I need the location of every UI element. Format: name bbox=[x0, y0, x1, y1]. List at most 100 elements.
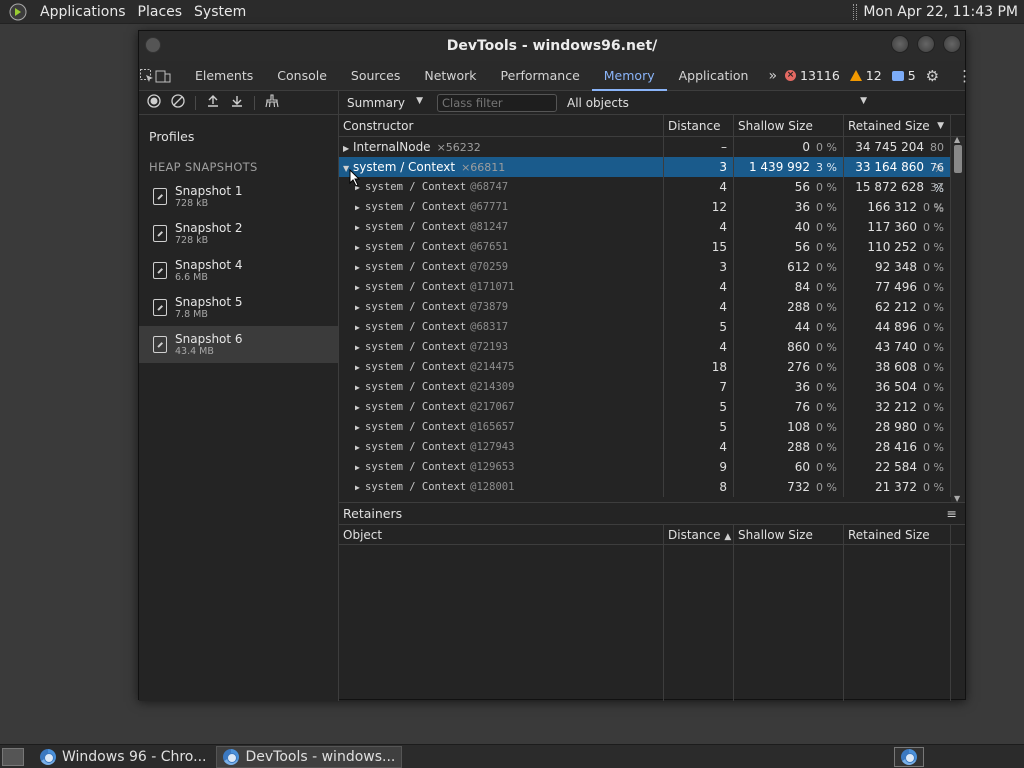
snapshot-item[interactable]: Snapshot 4 6.6 MB bbox=[139, 252, 338, 289]
collapsed-arrow-icon[interactable]: ▶ bbox=[355, 418, 365, 437]
child-row[interactable]: ▶ system / Context @214475 18 276 0 % 38 608 0 … bbox=[339, 357, 965, 377]
collapsed-arrow-icon[interactable]: ▶ bbox=[355, 258, 365, 277]
child-row[interactable]: ▶ system / Context @217067 5 76 0 % 32 212 0 % bbox=[339, 397, 965, 417]
clock[interactable]: Mon Apr 22, 11:43 PM bbox=[863, 4, 1024, 20]
collapsed-arrow-icon[interactable]: ▶ bbox=[355, 278, 365, 297]
snapshot-item[interactable]: Snapshot 2 728 kB bbox=[139, 215, 338, 252]
gnome-foot-icon[interactable] bbox=[8, 2, 28, 22]
child-row[interactable]: ▶ system / Context @67771 12 36 0 % 166 312 0 % bbox=[339, 197, 965, 217]
tab-memory[interactable]: Memory bbox=[591, 61, 667, 91]
scroll-thumb[interactable] bbox=[954, 145, 962, 173]
column-constructor[interactable]: Constructor bbox=[339, 115, 664, 136]
tab-elements[interactable]: Elements bbox=[183, 61, 265, 91]
hamburger-icon[interactable]: ≡ bbox=[947, 503, 957, 525]
child-row[interactable]: ▶ system / Context @70259 3 612 0 % 92 348 0 % bbox=[339, 257, 965, 277]
column-shallow-size[interactable]: Shallow Size bbox=[734, 525, 844, 544]
table-row-selected[interactable]: ▼ system / Context ×66811 3 1 439 992 3 % 33 1… bbox=[339, 157, 965, 195]
distance-cell: 4 bbox=[664, 297, 734, 317]
collapsed-arrow-icon[interactable]: ▶ bbox=[355, 298, 365, 317]
child-row[interactable]: ▶ system / Context @165657 5 108 0 % 28 980 0 % bbox=[339, 417, 965, 437]
snapshot-item-selected[interactable]: Snapshot 6 43.4 MB bbox=[139, 326, 338, 363]
child-row[interactable]: ▶ system / Context @81247 4 40 0 % 117 360 0 % bbox=[339, 217, 965, 237]
snapshot-icon bbox=[153, 262, 167, 279]
column-object[interactable]: Object bbox=[339, 525, 664, 544]
object-id: @70259 bbox=[470, 261, 509, 273]
garbage-collect-icon[interactable] bbox=[265, 93, 279, 112]
download-icon[interactable] bbox=[230, 94, 244, 112]
objects-select[interactable]: All objects ▼ bbox=[567, 96, 867, 110]
child-row[interactable]: ▶ system / Context @129653 9 60 0 % 22 584 0 % bbox=[339, 457, 965, 477]
scroll-up-icon[interactable]: ▲ bbox=[954, 135, 960, 144]
upload-icon[interactable] bbox=[206, 94, 220, 112]
shallow-size-percent: 0 % bbox=[816, 201, 837, 214]
tab-network[interactable]: Network bbox=[412, 61, 488, 91]
child-row[interactable]: ▶ system / Context @171071 4 84 0 % 77 496 0 % bbox=[339, 277, 965, 297]
child-row[interactable]: ▶ system / Context @127943 4 288 0 % 28 416 0 % bbox=[339, 437, 965, 457]
workspace-switcher[interactable] bbox=[894, 747, 924, 767]
column-shallow-size[interactable]: Shallow Size bbox=[734, 115, 844, 136]
minimize-button[interactable] bbox=[891, 35, 909, 53]
issues-counter[interactable]: × 13116 12 5 ⚙ ⋮ bbox=[785, 67, 972, 85]
column-retained-size[interactable]: Retained Size bbox=[844, 525, 951, 544]
collapsed-arrow-icon[interactable]: ▶ bbox=[355, 218, 365, 237]
collapsed-arrow-icon[interactable]: ▶ bbox=[355, 318, 365, 337]
snapshot-item[interactable]: Snapshot 5 7.8 MB bbox=[139, 289, 338, 326]
taskbar-item-devtools[interactable]: DevTools - windows... bbox=[216, 745, 403, 768]
collapsed-arrow-icon[interactable]: ▶ bbox=[355, 438, 365, 457]
column-retained-size[interactable]: Retained Size ▼ bbox=[844, 115, 951, 136]
collapsed-arrow-icon[interactable]: ▶ bbox=[355, 398, 365, 417]
close-button[interactable] bbox=[943, 35, 961, 53]
applications-menu[interactable]: Applications bbox=[34, 4, 132, 20]
tab-console[interactable]: Console bbox=[265, 61, 339, 91]
taskbar-item-chrome[interactable]: Windows 96 - Chro... bbox=[34, 746, 212, 768]
retained-size-cell: 15 872 628 37 % bbox=[844, 177, 951, 215]
collapsed-arrow-icon[interactable]: ▶ bbox=[355, 358, 365, 377]
tab-application[interactable]: Application bbox=[667, 61, 761, 91]
collapsed-arrow-icon[interactable]: ▶ bbox=[355, 458, 365, 477]
column-distance[interactable]: Distance ▲ bbox=[664, 525, 734, 544]
child-row[interactable]: ▶ system / Context @68747 4 56 0 % 15 872 628 3… bbox=[339, 177, 965, 215]
more-options-icon[interactable]: ⋮ bbox=[957, 67, 972, 85]
child-row[interactable]: ▶ system / Context @73879 4 288 0 % 62 212 0 % bbox=[339, 297, 965, 317]
collapsed-arrow-icon[interactable]: ▶ bbox=[355, 478, 365, 497]
constructor-cell: ▶ system / Context @171071 bbox=[339, 277, 664, 297]
more-tabs-button[interactable]: » bbox=[760, 68, 785, 84]
collapsed-arrow-icon[interactable]: ▶ bbox=[355, 338, 365, 357]
constructor-cell: ▶ system / Context @217067 bbox=[339, 397, 664, 417]
record-icon[interactable] bbox=[147, 93, 161, 112]
class-filter-input[interactable] bbox=[437, 93, 557, 112]
device-toolbar-icon[interactable] bbox=[155, 61, 171, 91]
maximize-button[interactable] bbox=[917, 35, 935, 53]
show-desktop-button[interactable] bbox=[2, 747, 24, 766]
panel-handle[interactable] bbox=[853, 3, 858, 20]
table-row[interactable]: ▶ InternalNode ×56232 – 0 0 % 34 745 204 80 % bbox=[339, 137, 965, 175]
scroll-down-icon[interactable]: ▼ bbox=[954, 494, 960, 502]
collapsed-arrow-icon[interactable]: ▶ bbox=[343, 139, 353, 157]
collapsed-arrow-icon[interactable]: ▶ bbox=[355, 238, 365, 257]
retained-size-value: 34 745 204 bbox=[855, 140, 924, 154]
distance-cell: 3 bbox=[664, 157, 734, 177]
snapshot-item[interactable]: Snapshot 1 728 kB bbox=[139, 178, 338, 215]
chromium-icon bbox=[901, 749, 917, 765]
view-select[interactable]: Summary ▼ bbox=[339, 96, 431, 110]
toolbar-separator bbox=[254, 95, 255, 110]
places-menu[interactable]: Places bbox=[132, 4, 189, 20]
column-distance[interactable]: Distance bbox=[664, 115, 734, 136]
grid-scrollbar[interactable]: ▲ ▼ bbox=[951, 135, 965, 502]
child-row[interactable]: ▶ system / Context @214309 7 36 0 % 36 504 0 % bbox=[339, 377, 965, 397]
tab-sources[interactable]: Sources bbox=[339, 61, 412, 91]
child-row[interactable]: ▶ system / Context @68317 5 44 0 % 44 896 0 % bbox=[339, 317, 965, 337]
shallow-size-value: 36 bbox=[794, 200, 811, 214]
window-titlebar[interactable]: DevTools - windows96.net/ bbox=[139, 31, 965, 61]
child-row[interactable]: ▶ system / Context @128001 8 732 0 % 21 372 0 % bbox=[339, 477, 965, 497]
tab-performance[interactable]: Performance bbox=[489, 61, 592, 91]
collapsed-arrow-icon[interactable]: ▶ bbox=[355, 198, 365, 217]
child-row[interactable]: ▶ system / Context @72193 4 860 0 % 43 740 0 % bbox=[339, 337, 965, 357]
gear-icon[interactable]: ⚙ bbox=[926, 67, 939, 85]
window-menu-button[interactable] bbox=[145, 37, 161, 53]
child-row[interactable]: ▶ system / Context @67651 15 56 0 % 110 252 0 % bbox=[339, 237, 965, 257]
inspect-element-icon[interactable] bbox=[139, 61, 155, 91]
clear-icon[interactable] bbox=[171, 93, 185, 112]
system-menu[interactable]: System bbox=[188, 4, 252, 20]
collapsed-arrow-icon[interactable]: ▶ bbox=[355, 378, 365, 397]
